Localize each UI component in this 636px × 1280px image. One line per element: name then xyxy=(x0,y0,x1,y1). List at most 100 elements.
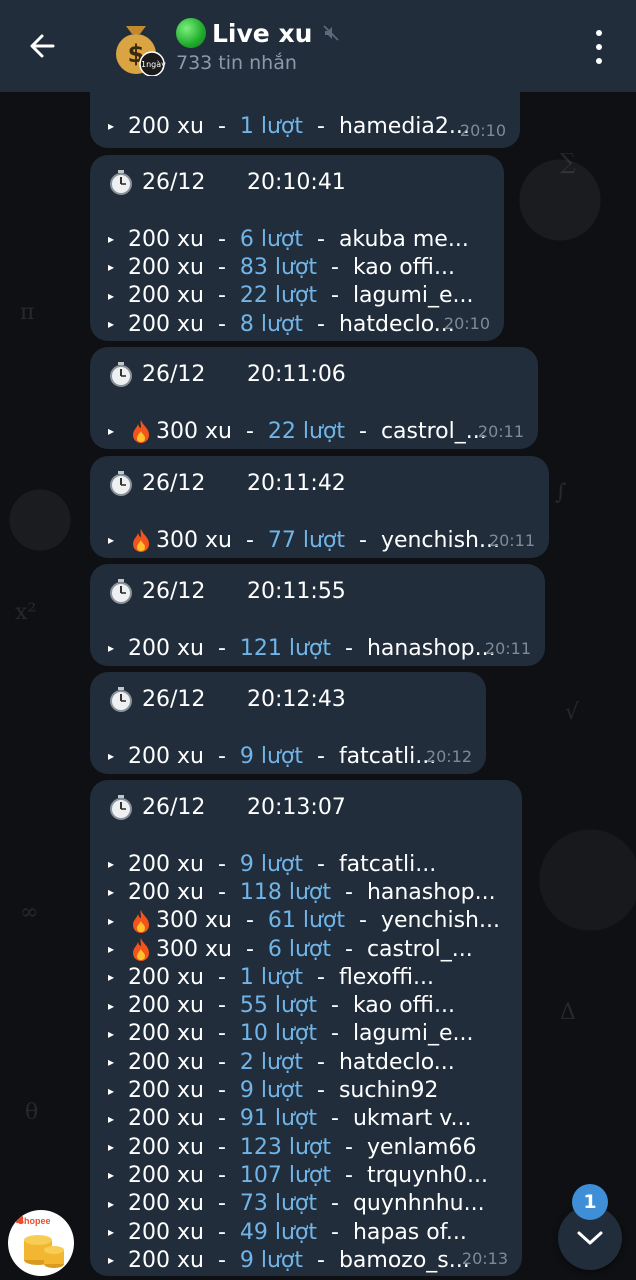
bullet-triangle-icon: ▸ xyxy=(108,970,115,985)
message-bubble[interactable]: ▸ 200 xu - 1 lượt - hamedia2... 20:10 xyxy=(90,84,520,148)
message-timestamp: 20:11 xyxy=(477,422,524,441)
turn-count-link[interactable]: 1 lượt xyxy=(240,965,303,990)
turn-count-link[interactable]: 123 lượt xyxy=(240,1135,331,1160)
turn-count-link[interactable]: 2 lượt xyxy=(240,1050,303,1075)
chat-title: Live xu xyxy=(212,18,313,48)
separator: - xyxy=(203,1021,240,1047)
separator: - xyxy=(303,851,339,877)
separator: - xyxy=(203,879,240,905)
separator: - xyxy=(203,964,240,990)
menu-dot-icon xyxy=(596,58,602,64)
message-header: 26/12 20:13:07 xyxy=(108,792,504,822)
shop-name: kao offi... xyxy=(352,254,455,280)
back-arrow-icon xyxy=(30,34,55,58)
xu-amount: 200 xu xyxy=(128,964,204,990)
chevron-down-icon xyxy=(577,1231,603,1245)
message-bubble[interactable]: 26/12 20:13:07 ▸ 200 xu - 9 lượt - fatca… xyxy=(90,780,522,1276)
doodle-decoration: √ xyxy=(565,700,580,725)
shop-name: hatdeclo... xyxy=(338,311,455,337)
bullet-triangle-icon: ▸ xyxy=(108,1111,115,1126)
message-time-head: 20:13:07 xyxy=(247,794,346,820)
reward-line: ▸ 200 xu - 9 lượt - fatcatli... xyxy=(108,850,504,878)
reward-line: ▸ 300 xu - 77 lượt - yenchish... xyxy=(108,526,531,554)
turn-count-link[interactable]: 22 lượt xyxy=(268,419,345,444)
reward-line: ▸ 200 xu - 6 lượt - akuba me... xyxy=(108,225,486,253)
bullet-triangle-icon: ▸ xyxy=(108,1196,115,1211)
separator: - xyxy=(203,993,240,1019)
turn-count-link[interactable]: 77 lượt xyxy=(268,528,345,553)
shop-name: castrol_... xyxy=(366,936,473,962)
doodle-decoration: ∞ xyxy=(20,900,39,925)
message-bubble[interactable]: 26/12 20:12:43 ▸ 200 xu - 9 lượt - fatca… xyxy=(90,672,486,774)
separator: - xyxy=(203,1049,240,1075)
reward-line: ▸ 200 xu - 118 lượt - hanashop... xyxy=(108,878,504,906)
separator: - xyxy=(203,1162,240,1188)
message-bubble[interactable]: 26/12 20:11:42 ▸ 300 xu - 77 lượt - yenc… xyxy=(90,456,549,558)
turn-count-link[interactable]: 83 lượt xyxy=(240,255,317,280)
message-header: 26/12 20:11:42 xyxy=(108,468,531,498)
message-bubble[interactable]: 26/12 20:11:06 ▸ 300 xu - 22 lượt - cast… xyxy=(90,347,538,449)
turn-count-link[interactable]: 6 lượt xyxy=(240,227,303,252)
xu-amount: 200 xu xyxy=(128,113,204,139)
turn-count-link[interactable]: 73 lượt xyxy=(240,1191,317,1216)
chat-header: $ 1ngày Live xu 733 tin nhắn xyxy=(0,0,636,92)
message-bubble[interactable]: 26/12 20:11:55 ▸ 200 xu - 121 lượt - han… xyxy=(90,564,545,666)
separator: - xyxy=(345,527,381,553)
turn-count-link[interactable]: 91 lượt xyxy=(240,1106,317,1131)
turn-count-link[interactable]: 118 lượt xyxy=(240,880,331,905)
message-date: 26/12 xyxy=(142,361,206,387)
stopwatch-icon xyxy=(110,579,132,604)
turn-count-link[interactable]: 9 lượt xyxy=(240,1248,303,1273)
turn-count-link[interactable]: 61 lượt xyxy=(268,908,345,933)
turn-count-link[interactable]: 49 lượt xyxy=(240,1220,317,1245)
separator: - xyxy=(303,113,339,139)
shopee-floating-button[interactable]: Shopee xyxy=(8,1210,74,1276)
shop-name: yenchish... xyxy=(380,908,500,934)
channel-avatar[interactable]: $ 1ngày xyxy=(106,16,166,77)
separator: - xyxy=(203,743,240,769)
turn-count-link[interactable]: 107 lượt xyxy=(240,1163,331,1188)
header-title-area[interactable]: Live xu 733 tin nhắn xyxy=(176,18,340,74)
message-header: 26/12 20:10:41 xyxy=(108,167,486,197)
back-button[interactable] xyxy=(0,0,84,92)
separator: - xyxy=(331,936,367,962)
separator: - xyxy=(331,1134,367,1160)
separator: - xyxy=(317,283,353,309)
xu-amount: 200 xu xyxy=(128,1021,204,1047)
shop-name: lagumi_e... xyxy=(352,1021,474,1047)
message-time-head: 20:10:41 xyxy=(247,169,346,195)
separator: - xyxy=(331,635,367,661)
message-bubble[interactable]: 26/12 20:10:41 ▸ 200 xu - 6 lượt - akuba… xyxy=(90,155,504,341)
turn-count-link[interactable]: 9 lượt xyxy=(240,1078,303,1103)
turn-count-link[interactable]: 121 lượt xyxy=(240,636,331,661)
separator: - xyxy=(303,1049,339,1075)
xu-amount: 200 xu xyxy=(128,283,204,309)
xu-amount: 200 xu xyxy=(128,1078,204,1104)
turn-count-link[interactable]: 22 lượt xyxy=(240,283,317,308)
shop-name: hamedia2... xyxy=(338,113,470,139)
message-date: 26/12 xyxy=(142,169,206,195)
doodle-decoration: θ xyxy=(25,1100,39,1125)
stopwatch-icon xyxy=(110,687,132,712)
turn-count-link[interactable]: 10 lượt xyxy=(240,1021,317,1046)
shop-name: suchin92 xyxy=(338,1078,439,1104)
turn-count-link[interactable]: 55 lượt xyxy=(240,993,317,1018)
message-timestamp: 20:13 xyxy=(461,1249,508,1268)
separator: - xyxy=(317,254,353,280)
turn-count-link[interactable]: 8 lượt xyxy=(240,312,303,337)
reward-line: ▸ 200 xu - 1 lượt - hamedia2... xyxy=(108,112,502,140)
shop-name: fatcatli... xyxy=(338,851,437,877)
more-options-button[interactable] xyxy=(584,30,614,64)
separator: - xyxy=(203,1191,240,1217)
turn-count-link[interactable]: 9 lượt xyxy=(240,744,303,769)
turn-count-link[interactable]: 9 lượt xyxy=(240,852,303,877)
separator: - xyxy=(203,311,240,337)
turn-count-link[interactable]: 6 lượt xyxy=(268,937,331,962)
separator: - xyxy=(303,1247,339,1273)
reward-line: ▸ 200 xu - 9 lượt - fatcatli... xyxy=(108,742,468,770)
bullet-triangle-icon: ▸ xyxy=(108,288,115,303)
separator: - xyxy=(203,1106,240,1132)
turn-count-link[interactable]: 1 lượt xyxy=(240,114,303,139)
reward-line: ▸ 200 xu - 22 lượt - lagumi_e... xyxy=(108,282,486,310)
shop-name: akuba me... xyxy=(338,226,469,252)
